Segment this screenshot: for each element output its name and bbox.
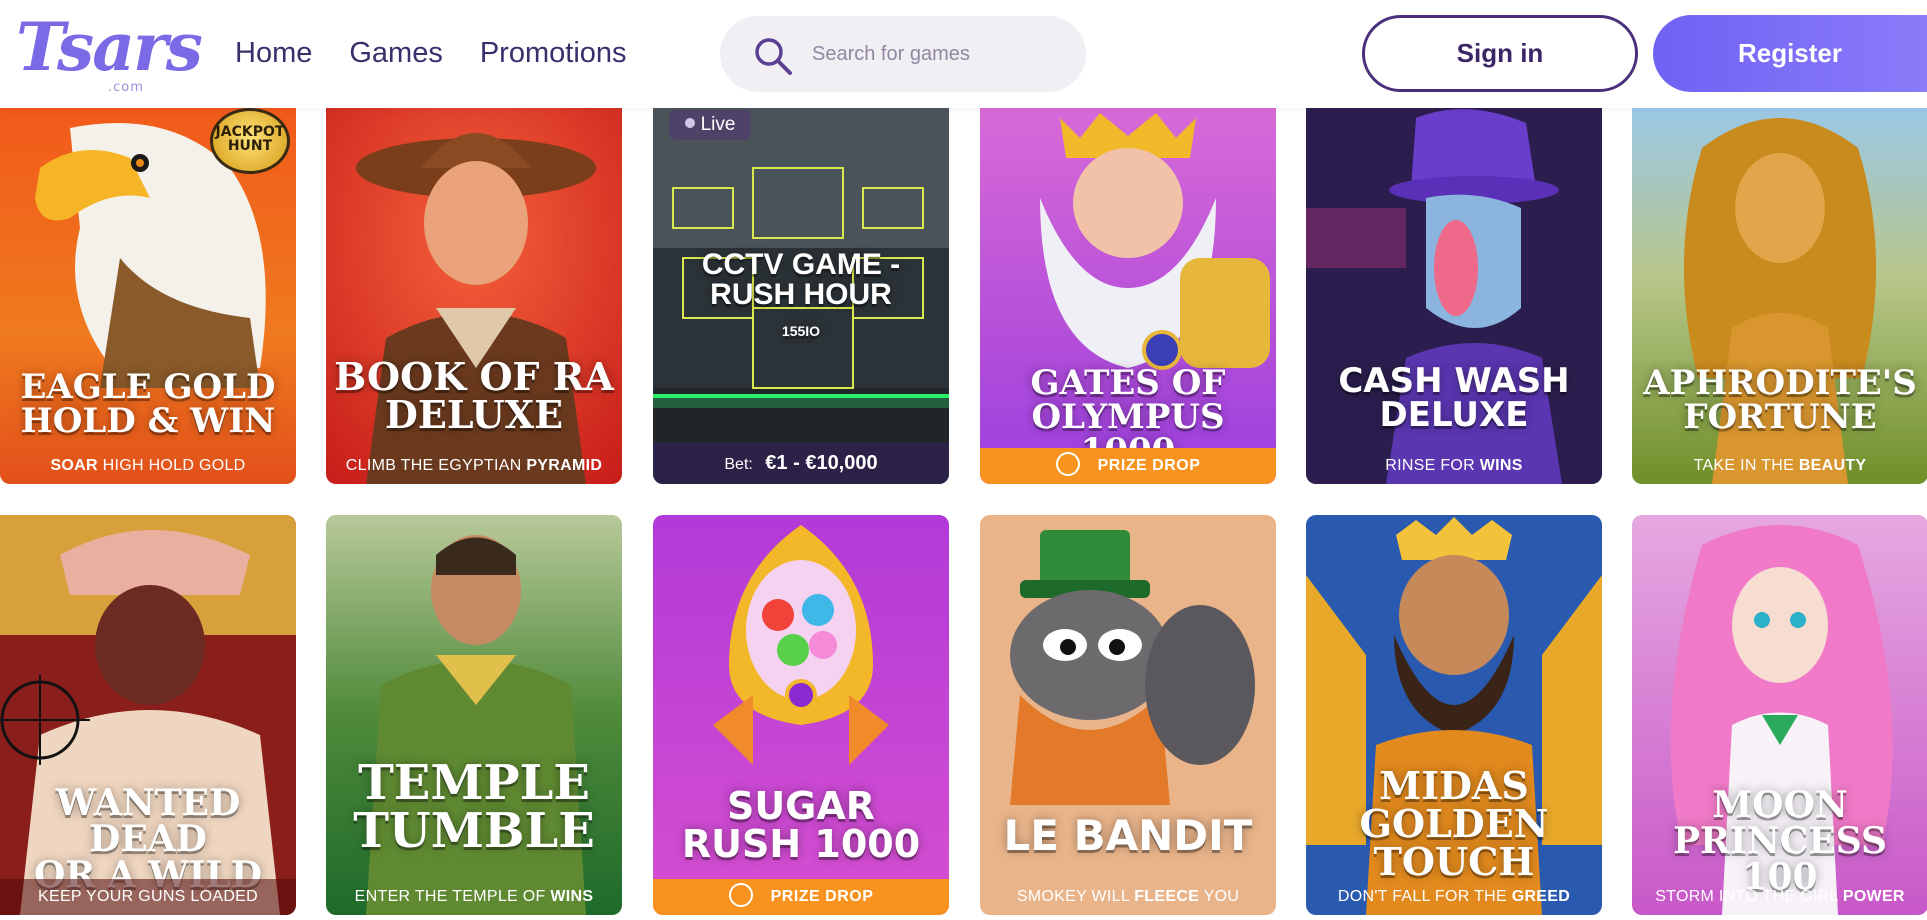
game-tagline: STORM INTO THE GIRL POWER [1655, 888, 1905, 905]
bet-range-value: €1 - €10,000 [765, 452, 878, 474]
game-title: WANTED DEAD OR A WILD [33, 782, 263, 896]
prize-drop-icon [728, 882, 753, 907]
game-tile-cash-wash[interactable]: CASH WASH DELUXE RINSE FOR WINS [1306, 108, 1602, 484]
register-button[interactable]: Register [1653, 15, 1927, 92]
nav-games-link[interactable]: Games [349, 36, 442, 70]
site-header: Tsars .com Home Games Promotions Sign in… [0, 0, 1927, 108]
game-title: SUGAR RUSH 1000 [681, 784, 921, 866]
main-nav: Home Games Promotions [235, 36, 627, 70]
game-tile-sugar-rush[interactable]: SUGAR RUSH 1000 PRIZE DROP [653, 515, 949, 915]
game-tile-book-of-ra[interactable]: BOOK OF RA DELUXE CLIMB THE EGYPTIAN PYR… [326, 108, 622, 484]
game-tile-le-bandit[interactable]: LE BANDIT SMOKEY WILL FLEECE YOU [980, 515, 1276, 915]
bet-range-bar: Bet: €1 - €10,000 [653, 442, 949, 484]
prize-drop-icon [1055, 451, 1080, 476]
game-tagline: ENTER THE TEMPLE OF WINS [354, 888, 594, 905]
logo-wordmark: Tsars [16, 8, 203, 86]
game-tile-cctv-rush-hour[interactable]: Live CCTV GAME - RUSH HOUR 155IO Bet: €1… [653, 108, 949, 484]
game-title: CASH WASH DELUXE [1338, 361, 1570, 435]
live-badge: Live [669, 110, 751, 140]
game-title: LE BANDIT [1003, 811, 1253, 860]
sign-in-button[interactable]: Sign in [1362, 15, 1638, 92]
game-title: EAGLE GOLD HOLD & WIN [20, 367, 276, 441]
game-tile-midas-golden-touch[interactable]: MIDAS GOLDEN TOUCH DON'T FALL FOR THE GR… [1306, 515, 1602, 915]
game-tagline: KEEP YOUR GUNS LOADED [0, 879, 296, 915]
game-subtitle: 155IO [781, 323, 821, 339]
game-tagline: CLIMB THE EGYPTIAN PYRAMID [345, 457, 603, 474]
game-title: CCTV GAME - RUSH HOUR [701, 248, 901, 311]
game-tagline: TAKE IN THE BEAUTY [1693, 457, 1867, 474]
game-tagline: DON'T FALL FOR THE GREED [1337, 888, 1571, 905]
game-tagline: SOAR HIGH HOLD GOLD [50, 457, 246, 474]
logo-domain: .com [108, 80, 144, 95]
jackpot-hunt-badge: JACKPOT HUNT [210, 108, 290, 174]
tsars-logo[interactable]: Tsars .com [16, 14, 203, 98]
nav-promotions-link[interactable]: Promotions [480, 36, 627, 70]
search-icon [755, 38, 792, 75]
game-title: TEMPLE TUMBLE [353, 755, 595, 859]
game-tagline: SMOKEY WILL FLEECE YOU [1016, 888, 1240, 905]
game-tile-gates-of-olympus[interactable]: GATES OF OLYMPUS 1000 PRIZE DROP [980, 108, 1276, 484]
nav-home-link[interactable]: Home [235, 36, 312, 70]
game-title: BOOK OF RA DELUXE [334, 354, 614, 437]
game-tile-eagle-gold[interactable]: JACKPOT HUNT EAGLE GOLD HOLD & WIN SOAR … [0, 108, 296, 484]
game-tile-wanted-dead-or-a-wild[interactable]: WANTED DEAD OR A WILD KEEP YOUR GUNS LOA… [0, 515, 296, 915]
game-tagline: RINSE FOR WINS [1385, 457, 1523, 474]
game-title: MIDAS GOLDEN TOUCH [1359, 763, 1549, 884]
search-input[interactable] [812, 34, 1062, 74]
game-tile-temple-tumble[interactable]: TEMPLE TUMBLE ENTER THE TEMPLE OF WINS [326, 515, 622, 915]
game-title: APHRODITE'S FORTUNE [1643, 363, 1917, 437]
game-tile-moon-princess[interactable]: MOON PRINCESS 100 STORM INTO THE GIRL PO… [1632, 515, 1927, 915]
bet-label: Bet: [724, 456, 753, 473]
prize-drop-bar: PRIZE DROP [980, 448, 1276, 484]
prize-drop-bar: PRIZE DROP [653, 879, 949, 915]
search-box[interactable] [720, 16, 1086, 92]
game-tile-aphrodites-fortune[interactable]: APHRODITE'S FORTUNE TAKE IN THE BEAUTY [1632, 108, 1927, 484]
